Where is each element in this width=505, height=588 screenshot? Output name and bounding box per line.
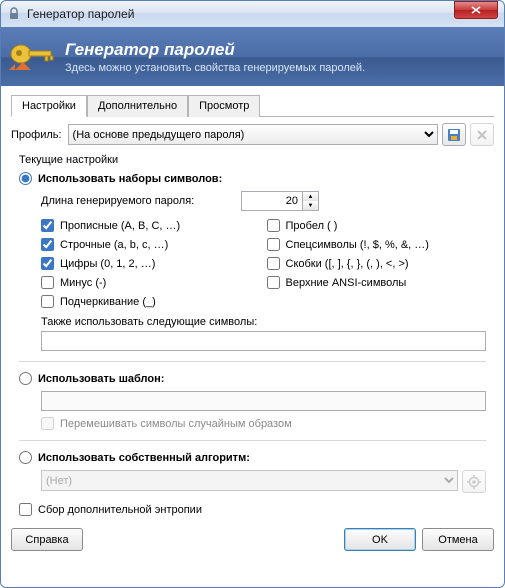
length-label: Длина генерируемого пароля:	[41, 195, 241, 207]
spin-down[interactable]: ▼	[303, 201, 318, 210]
length-row: Длина генерируемого пароля: ▲ ▼	[41, 191, 486, 211]
length-input[interactable]	[242, 192, 302, 210]
separator-1	[19, 361, 486, 362]
radio-charset-label: Использовать наборы символов:	[38, 173, 222, 185]
help-button[interactable]: Справка	[11, 528, 83, 551]
check-digits[interactable]	[41, 257, 54, 270]
window-title: Генератор паролей	[27, 7, 454, 21]
key-icon	[7, 36, 57, 78]
current-settings-label: Текущие настройки	[19, 154, 494, 166]
delete-profile-icon	[476, 129, 488, 141]
tab-bar: Настройки Дополнительно Просмотр	[11, 94, 494, 117]
also-label: Также использовать следующие символы:	[41, 316, 486, 328]
radio-pattern-label: Использовать шаблон:	[38, 373, 164, 385]
check-underscore-label: Подчеркивание (_)	[60, 296, 156, 308]
check-space[interactable]	[267, 219, 280, 232]
pattern-input[interactable]	[41, 391, 486, 411]
profile-label: Профиль:	[11, 129, 62, 141]
gear-icon	[467, 475, 481, 489]
ok-button[interactable]: OK	[344, 528, 416, 551]
length-spinner: ▲ ▼	[241, 191, 319, 211]
radio-charset-row: Использовать наборы символов:	[19, 172, 486, 185]
check-special-label: Спецсимволы (!, $, %, &, …)	[286, 239, 429, 251]
banner: Генератор паролей Здесь можно установить…	[0, 28, 505, 86]
check-brackets[interactable]	[267, 257, 280, 270]
footer: Справка OK Отмена	[11, 528, 494, 551]
close-button[interactable]	[454, 1, 498, 19]
check-upper-label: Прописные (A, B, C, …)	[60, 220, 180, 232]
check-space-label: Пробел ( )	[286, 220, 338, 232]
radio-algorithm[interactable]	[19, 451, 32, 464]
dialog-body: Настройки Дополнительно Просмотр Профиль…	[0, 86, 505, 588]
radio-pattern-row: Использовать шаблон:	[19, 372, 486, 385]
check-upper[interactable]	[41, 219, 54, 232]
save-profile-icon	[447, 128, 461, 142]
entropy-row: Сбор дополнительной энтропии	[19, 503, 494, 516]
banner-title: Генератор паролей	[65, 40, 365, 60]
lock-icon	[7, 7, 21, 21]
save-profile-button[interactable]	[442, 123, 466, 146]
check-ansi-label: Верхние ANSI-символы	[286, 277, 407, 289]
entropy-label: Сбор дополнительной энтропии	[38, 504, 202, 516]
also-input[interactable]	[41, 331, 486, 351]
check-lower[interactable]	[41, 238, 54, 251]
titlebar: Генератор паролей	[0, 0, 505, 28]
check-brackets-label: Скобки ([, ], {, }, (, ), <, >)	[286, 258, 409, 270]
algorithm-settings-button[interactable]	[462, 470, 486, 493]
spin-up[interactable]: ▲	[303, 192, 318, 201]
cancel-button[interactable]: Отмена	[422, 528, 494, 551]
check-permute-label: Перемешивать символы случайным образом	[60, 418, 292, 430]
check-minus[interactable]	[41, 276, 54, 289]
tab-settings[interactable]: Настройки	[11, 95, 87, 117]
tab-advanced[interactable]: Дополнительно	[87, 95, 188, 117]
check-special[interactable]	[267, 238, 280, 251]
profile-row: Профиль: (На основе предыдущего пароля)	[11, 123, 494, 146]
tab-preview[interactable]: Просмотр	[188, 95, 260, 117]
radio-pattern[interactable]	[19, 372, 32, 385]
radio-algorithm-label: Использовать собственный алгоритм:	[38, 452, 250, 464]
radio-charset[interactable]	[19, 172, 32, 185]
charset-checks: Прописные (A, B, C, …) Пробел ( ) Строчн…	[41, 219, 486, 308]
check-underscore[interactable]	[41, 295, 54, 308]
separator-2	[19, 440, 486, 441]
check-entropy[interactable]	[19, 503, 32, 516]
profile-select[interactable]: (На основе предыдущего пароля)	[68, 124, 438, 145]
radio-algorithm-row: Использовать собственный алгоритм:	[19, 451, 486, 464]
banner-subtitle: Здесь можно установить свойства генериру…	[65, 62, 365, 74]
check-lower-label: Строчные (a, b, c, …)	[60, 239, 168, 251]
delete-profile-button[interactable]	[470, 123, 494, 146]
check-minus-label: Минус (-)	[60, 277, 106, 289]
algorithm-select[interactable]: (Нет)	[41, 470, 458, 491]
check-digits-label: Цифры (0, 1, 2, …)	[60, 258, 155, 270]
close-icon	[471, 6, 481, 14]
check-permute[interactable]	[41, 417, 54, 430]
check-ansi[interactable]	[267, 276, 280, 289]
